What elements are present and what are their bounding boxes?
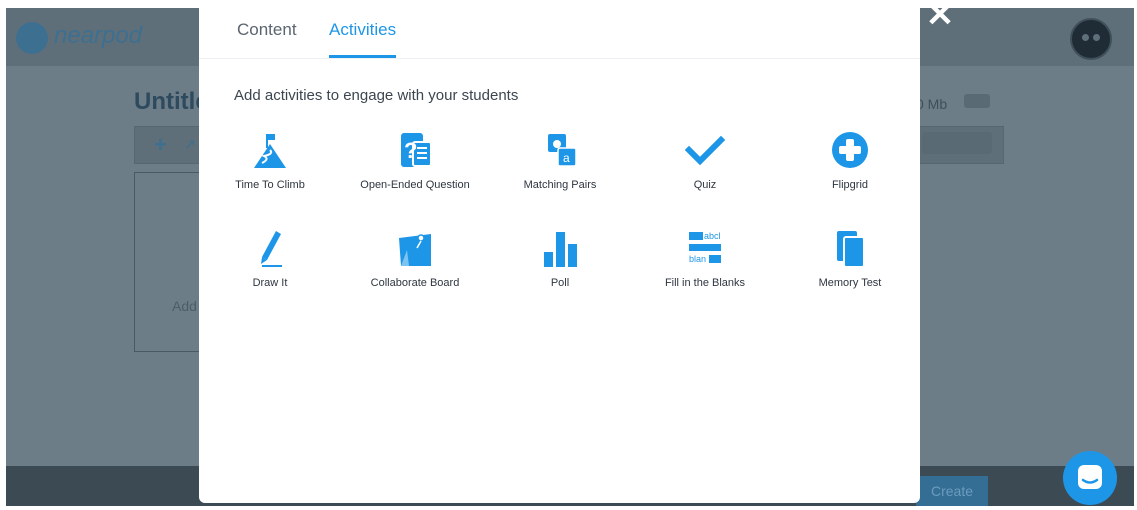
- activity-draw-it[interactable]: Draw It: [205, 228, 335, 308]
- bar-chart-icon: [544, 232, 577, 267]
- activities-subtitle: Add activities to engage with your stude…: [234, 87, 519, 104]
- activity-label: Flipgrid: [831, 179, 869, 191]
- chat-support-button[interactable]: [1063, 451, 1117, 505]
- memory-cards-icon: [837, 231, 865, 268]
- svg-text:a: a: [563, 151, 570, 165]
- activity-collaborate-board[interactable]: Collaborate Board: [350, 228, 480, 308]
- svg-text:?: ?: [404, 138, 417, 163]
- tab-content[interactable]: Content: [237, 20, 297, 40]
- add-activity-modal: Content Activities Add activities to eng…: [199, 0, 920, 503]
- blanks-bottom-text: blan: [689, 254, 706, 264]
- activity-label: Open-Ended Question: [360, 179, 470, 191]
- arrow-icon: ↗: [184, 136, 196, 152]
- pencil-icon: [261, 231, 282, 267]
- lesson-title: Untitle: [134, 88, 209, 115]
- nearpod-logo-icon: [16, 22, 48, 54]
- active-tab-indicator: [329, 55, 396, 58]
- size-badge: [964, 94, 990, 108]
- modal-tabs: Content Activities: [199, 0, 920, 59]
- activity-label: Matching Pairs: [523, 179, 597, 191]
- lesson-size: 0 Mb: [916, 96, 948, 112]
- checkmark-icon: [685, 135, 725, 166]
- activity-memory-test[interactable]: Memory Test: [785, 228, 915, 308]
- activity-label: Memory Test: [818, 277, 882, 289]
- activity-label: Quiz: [693, 179, 717, 191]
- activity-flipgrid[interactable]: Flipgrid: [785, 130, 915, 210]
- toolbar-button: [922, 132, 992, 154]
- mountain-flag-icon: [254, 134, 286, 168]
- matching-cards-icon: a: [548, 134, 577, 167]
- activity-matching-pairs[interactable]: a Matching Pairs: [495, 130, 625, 210]
- activity-fill-in-the-blanks[interactable]: abcl blan Fill in the Blanks: [640, 228, 770, 308]
- add-slide-text: Add: [172, 298, 197, 314]
- plus-circle-icon: [832, 132, 868, 168]
- activity-label: Fill in the Blanks: [664, 277, 746, 289]
- board-pin-icon: [399, 234, 431, 266]
- add-icon: +: [154, 132, 167, 157]
- question-document-icon: ?: [401, 133, 432, 167]
- close-modal-icon[interactable]: ✕: [925, 0, 955, 32]
- activity-label: Time To Climb: [235, 179, 305, 191]
- create-button: Create: [916, 476, 988, 506]
- activity-open-ended-question[interactable]: ? Open-Ended Question: [350, 130, 480, 210]
- tab-activities[interactable]: Activities: [329, 20, 396, 40]
- blanks-top-text: abcl: [704, 231, 721, 241]
- activity-label: Poll: [550, 277, 570, 289]
- logo-text: nearpod: [54, 22, 143, 49]
- activity-quiz[interactable]: Quiz: [640, 130, 770, 210]
- activity-time-to-climb[interactable]: Time To Climb: [205, 130, 335, 210]
- activity-label: Draw It: [252, 277, 288, 289]
- activity-poll[interactable]: Poll: [495, 228, 625, 308]
- blanks-text-icon: abcl blan: [689, 231, 721, 264]
- activity-label: Collaborate Board: [370, 277, 460, 289]
- user-avatar[interactable]: [1070, 18, 1112, 60]
- chat-icon: [1078, 465, 1102, 489]
